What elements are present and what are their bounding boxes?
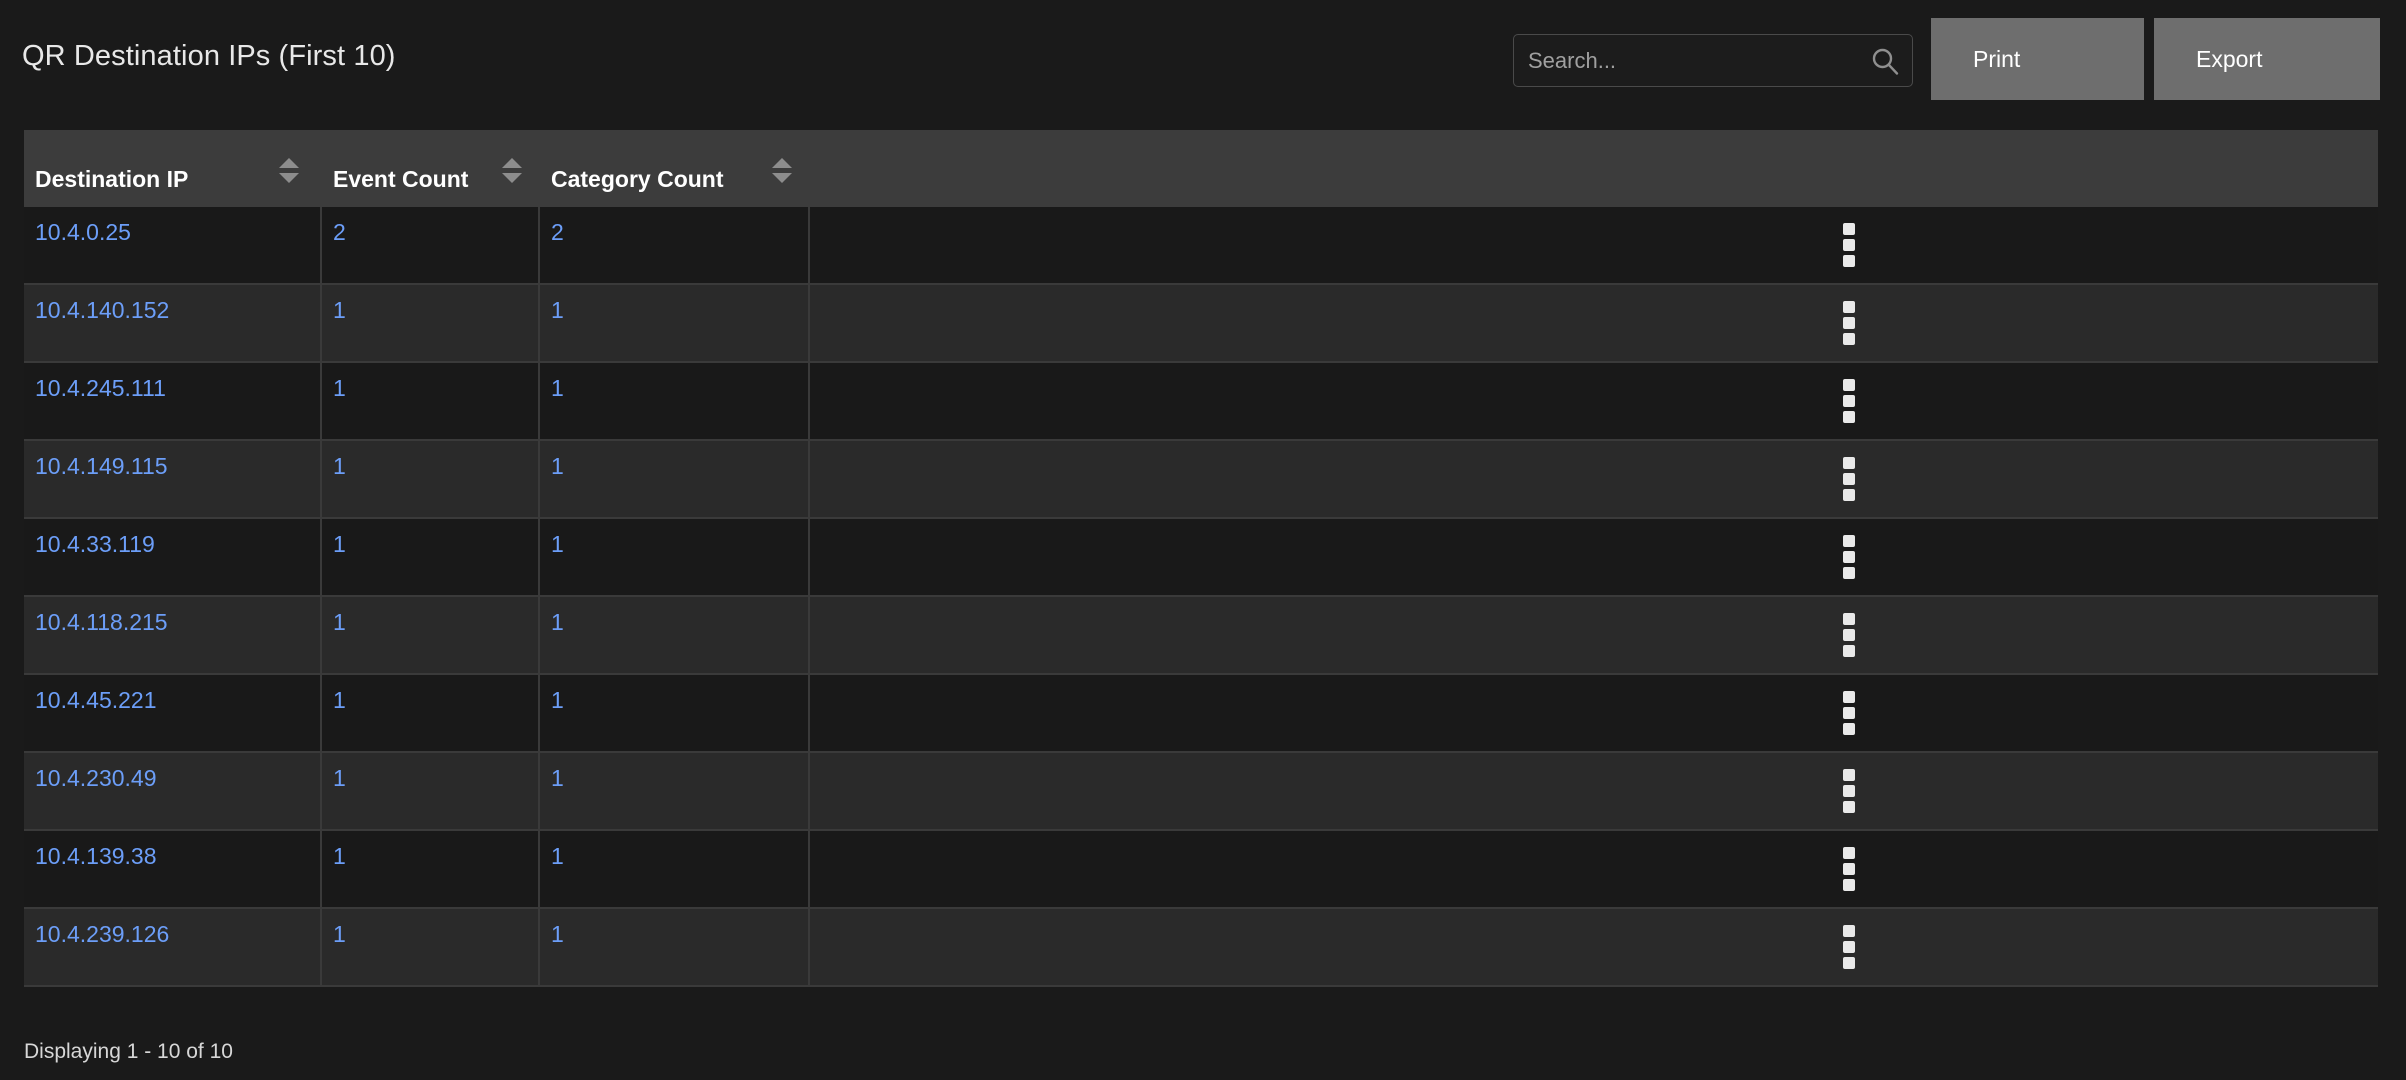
- cell-destination-ip[interactable]: 10.4.33.119: [24, 519, 322, 595]
- cell-event-count[interactable]: 1: [322, 441, 540, 517]
- sort-arrows-icon[interactable]: [279, 158, 299, 186]
- column-header-destination-ip[interactable]: Destination IP: [24, 130, 322, 207]
- table-row[interactable]: 10.4.33.119 1 1: [24, 519, 2378, 597]
- column-header-category-count[interactable]: Category Count: [540, 130, 810, 207]
- table-row[interactable]: 10.4.45.221 1 1: [24, 675, 2378, 753]
- column-header-label: Event Count: [333, 166, 469, 192]
- search-input[interactable]: [1514, 35, 1864, 86]
- cell-destination-ip[interactable]: 10.4.230.49: [24, 753, 322, 829]
- cell-destination-ip[interactable]: 10.4.0.25: [24, 207, 322, 283]
- cell-actions: [810, 285, 2378, 361]
- sort-arrows-icon[interactable]: [502, 158, 522, 186]
- cell-destination-ip[interactable]: 10.4.149.115: [24, 441, 322, 517]
- column-header-label: Category Count: [551, 166, 724, 192]
- kebab-menu-icon[interactable]: [1843, 769, 1855, 813]
- cell-actions: [810, 519, 2378, 595]
- cell-category-count[interactable]: 2: [540, 207, 810, 283]
- cell-event-count[interactable]: 1: [322, 675, 540, 751]
- table-row[interactable]: 10.4.139.38 1 1: [24, 831, 2378, 909]
- cell-destination-ip[interactable]: 10.4.45.221: [24, 675, 322, 751]
- column-header-event-count[interactable]: Event Count: [322, 130, 540, 207]
- kebab-menu-icon[interactable]: [1843, 457, 1855, 501]
- kebab-menu-icon[interactable]: [1843, 847, 1855, 891]
- cell-event-count[interactable]: 1: [322, 285, 540, 361]
- column-header-label: Destination IP: [35, 166, 189, 192]
- cell-category-count[interactable]: 1: [540, 441, 810, 517]
- cell-destination-ip[interactable]: 10.4.245.111: [24, 363, 322, 439]
- cell-actions: [810, 675, 2378, 751]
- sort-arrows-icon[interactable]: [772, 158, 792, 186]
- cell-category-count[interactable]: 1: [540, 675, 810, 751]
- search-box[interactable]: [1513, 34, 1913, 87]
- cell-category-count[interactable]: 1: [540, 831, 810, 907]
- cell-category-count[interactable]: 1: [540, 285, 810, 361]
- cell-actions: [810, 363, 2378, 439]
- table-row[interactable]: 10.4.149.115 1 1: [24, 441, 2378, 519]
- cell-event-count[interactable]: 1: [322, 753, 540, 829]
- kebab-menu-icon[interactable]: [1843, 535, 1855, 579]
- cell-event-count[interactable]: 1: [322, 363, 540, 439]
- toolbar: QR Destination IPs (First 10) Print Expo…: [0, 0, 2406, 130]
- cell-category-count[interactable]: 1: [540, 597, 810, 673]
- results-table: Destination IP Event Count Category Coun…: [24, 130, 2378, 987]
- table-body: 10.4.0.25 2 2 10.4.140.152 1 1 10.4.245.111 1 1 1…: [24, 207, 2378, 987]
- cell-actions: [810, 441, 2378, 517]
- cell-destination-ip[interactable]: 10.4.239.126: [24, 909, 322, 985]
- cell-actions: [810, 831, 2378, 907]
- kebab-menu-icon[interactable]: [1843, 925, 1855, 969]
- cell-category-count[interactable]: 1: [540, 909, 810, 985]
- kebab-menu-icon[interactable]: [1843, 379, 1855, 423]
- cell-category-count[interactable]: 1: [540, 753, 810, 829]
- table-row[interactable]: 10.4.245.111 1 1: [24, 363, 2378, 441]
- cell-event-count[interactable]: 1: [322, 597, 540, 673]
- cell-category-count[interactable]: 1: [540, 363, 810, 439]
- page-root: QR Destination IPs (First 10) Print Expo…: [0, 0, 2406, 1080]
- cell-actions: [810, 753, 2378, 829]
- cell-destination-ip[interactable]: 10.4.139.38: [24, 831, 322, 907]
- table-row[interactable]: 10.4.140.152 1 1: [24, 285, 2378, 363]
- kebab-menu-icon[interactable]: [1843, 613, 1855, 657]
- cell-actions: [810, 207, 2378, 283]
- search-icon: [1870, 46, 1900, 76]
- column-header-actions: [810, 130, 2378, 207]
- displaying-count-label: Displaying 1 - 10 of 10: [24, 1040, 233, 1063]
- table-header-row: Destination IP Event Count Category Coun…: [24, 130, 2378, 207]
- export-button[interactable]: Export: [2154, 18, 2380, 100]
- cell-category-count[interactable]: 1: [540, 519, 810, 595]
- cell-event-count[interactable]: 1: [322, 831, 540, 907]
- cell-destination-ip[interactable]: 10.4.140.152: [24, 285, 322, 361]
- cell-event-count[interactable]: 1: [322, 519, 540, 595]
- cell-event-count[interactable]: 2: [322, 207, 540, 283]
- table-row[interactable]: 10.4.118.215 1 1: [24, 597, 2378, 675]
- kebab-menu-icon[interactable]: [1843, 223, 1855, 267]
- cell-actions: [810, 597, 2378, 673]
- table-row[interactable]: 10.4.239.126 1 1: [24, 909, 2378, 987]
- cell-event-count[interactable]: 1: [322, 909, 540, 985]
- table-row[interactable]: 10.4.230.49 1 1: [24, 753, 2378, 831]
- cell-actions: [810, 909, 2378, 985]
- table-row[interactable]: 10.4.0.25 2 2: [24, 207, 2378, 285]
- kebab-menu-icon[interactable]: [1843, 301, 1855, 345]
- page-title: QR Destination IPs (First 10): [22, 40, 396, 72]
- print-button[interactable]: Print: [1931, 18, 2144, 100]
- kebab-menu-icon[interactable]: [1843, 691, 1855, 735]
- cell-destination-ip[interactable]: 10.4.118.215: [24, 597, 322, 673]
